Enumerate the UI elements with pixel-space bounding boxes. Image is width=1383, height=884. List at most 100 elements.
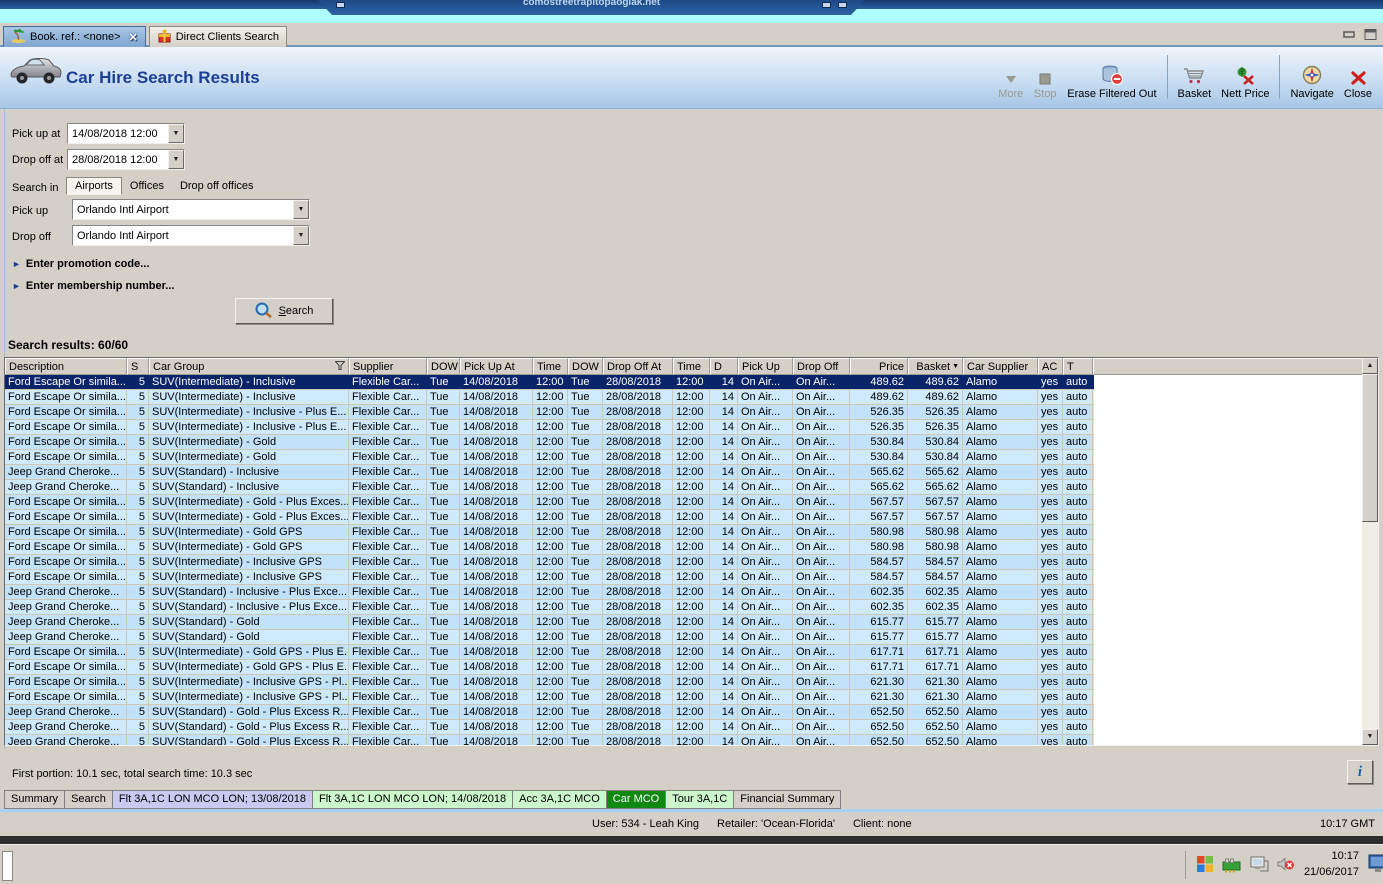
cell-car_supplier: Alamo bbox=[963, 630, 1038, 644]
drop-off-at-dropdown-button[interactable]: ▼ bbox=[168, 150, 184, 169]
table-row[interactable]: Jeep Grand Cheroke...5SUV(Standard) - Go… bbox=[5, 735, 1094, 745]
column-header-description-0[interactable]: Description bbox=[5, 358, 127, 375]
muted-speaker-icon[interactable] bbox=[1276, 856, 1295, 875]
drop-off-combo[interactable]: Orlando Intl Airport ▼ bbox=[72, 225, 310, 246]
table-row[interactable]: Jeep Grand Cheroke...5SUV(Standard) - In… bbox=[5, 480, 1094, 495]
itinerary-tab-tour-3a-1c[interactable]: Tour 3A,1C bbox=[666, 790, 734, 809]
column-header-d-10[interactable]: D bbox=[710, 358, 738, 375]
itinerary-tab-flt-3a-1c-lon-mco-lon-14-08-2018[interactable]: Flt 3A,1C LON MCO LON; 14/08/2018 bbox=[313, 790, 513, 809]
table-row[interactable]: Jeep Grand Cheroke...5SUV(Standard) - Go… bbox=[5, 705, 1094, 720]
membership-number-expander[interactable]: ►Enter membership number... bbox=[12, 280, 174, 292]
pick-up-combo[interactable]: Orlando Intl Airport ▼ bbox=[72, 199, 310, 220]
drop-off-at-field[interactable]: 28/08/2018 12:00 ▼ bbox=[67, 149, 185, 170]
table-row[interactable]: Ford Escape Or simila...5SUV(Intermediat… bbox=[5, 645, 1094, 660]
column-header-ac-16[interactable]: AC bbox=[1038, 358, 1063, 375]
table-row[interactable]: Ford Escape Or simila...5SUV(Intermediat… bbox=[5, 375, 1094, 390]
scroll-down-button[interactable]: ▼ bbox=[1362, 729, 1378, 745]
cell-time1: 12:00 bbox=[533, 735, 568, 745]
table-row[interactable]: Jeep Grand Cheroke...5SUV(Standard) - In… bbox=[5, 585, 1094, 600]
table-row[interactable]: Jeep Grand Cheroke...5SUV(Standard) - Go… bbox=[5, 720, 1094, 735]
pick-up-dropdown-button[interactable]: ▼ bbox=[293, 200, 309, 219]
info-button[interactable]: i bbox=[1347, 760, 1373, 784]
itinerary-tab-search[interactable]: Search bbox=[65, 790, 113, 809]
pick-up-at-dropdown-button[interactable]: ▼ bbox=[168, 124, 184, 143]
column-header-basket-14[interactable]: Basket▼ bbox=[908, 358, 963, 375]
cell-price: 489.62 bbox=[850, 390, 908, 404]
table-row[interactable]: Ford Escape Or simila...5SUV(Intermediat… bbox=[5, 660, 1094, 675]
itinerary-tab-summary[interactable]: Summary bbox=[4, 790, 65, 809]
filter-funnel-icon[interactable] bbox=[335, 361, 345, 373]
column-header-supplier-3[interactable]: Supplier bbox=[349, 358, 427, 375]
window-tab-direct-clients-search[interactable]: Direct Clients Search bbox=[149, 26, 287, 47]
table-row[interactable]: Jeep Grand Cheroke...5SUV(Standard) - Go… bbox=[5, 630, 1094, 645]
column-header-time-6[interactable]: Time bbox=[533, 358, 568, 375]
search-in-tab-airports[interactable]: Airports bbox=[66, 177, 122, 195]
table-row[interactable]: Ford Escape Or simila...5SUV(Intermediat… bbox=[5, 435, 1094, 450]
table-row[interactable]: Ford Escape Or simila...5SUV(Intermediat… bbox=[5, 690, 1094, 705]
restore-rdp-icon[interactable] bbox=[838, 2, 847, 8]
itinerary-tab-financial-summary[interactable]: Financial Summary bbox=[734, 790, 841, 809]
table-row[interactable]: Ford Escape Or simila...5SUV(Intermediat… bbox=[5, 540, 1094, 555]
column-header-car-supplier-15[interactable]: Car Supplier bbox=[963, 358, 1038, 375]
network-card-icon[interactable] bbox=[1222, 855, 1242, 876]
search-button[interactable]: Search bbox=[235, 298, 333, 324]
remote-desktop-icon[interactable] bbox=[1367, 853, 1383, 876]
scroll-up-button[interactable]: ▲ bbox=[1362, 358, 1378, 374]
table-row[interactable]: Ford Escape Or simila...5SUV(Intermediat… bbox=[5, 495, 1094, 510]
column-header-drop-off-12[interactable]: Drop Off bbox=[793, 358, 850, 375]
column-header-dow-4[interactable]: DOW bbox=[427, 358, 460, 375]
minimize-window-icon[interactable] bbox=[1343, 29, 1356, 40]
windows-flag-icon[interactable] bbox=[1196, 854, 1215, 876]
window-tab-book-ref-none[interactable]: Book. ref.: <none>✕ bbox=[3, 26, 146, 47]
column-header-time-9[interactable]: Time bbox=[673, 358, 710, 375]
table-row[interactable]: Jeep Grand Cheroke...5SUV(Standard) - In… bbox=[5, 600, 1094, 615]
column-header-s-1[interactable]: S bbox=[127, 358, 149, 375]
scrollbar-thumb[interactable] bbox=[1362, 374, 1378, 522]
table-row[interactable]: Ford Escape Or simila...5SUV(Intermediat… bbox=[5, 405, 1094, 420]
cell-pick_up: On Air... bbox=[738, 720, 793, 734]
basket-button[interactable]: Basket bbox=[1173, 52, 1217, 102]
pick-up-at-field[interactable]: 14/08/2018 12:00 ▼ bbox=[67, 123, 185, 144]
search-in-tab-drop-off-offices[interactable]: Drop off offices bbox=[172, 178, 262, 194]
drop-off-dropdown-button[interactable]: ▼ bbox=[293, 226, 309, 245]
close-button[interactable]: Close bbox=[1339, 52, 1377, 102]
column-header-t-17[interactable]: T bbox=[1063, 358, 1093, 375]
column-header-pick-up-11[interactable]: Pick Up bbox=[738, 358, 793, 375]
table-row[interactable]: Ford Escape Or simila...5SUV(Intermediat… bbox=[5, 420, 1094, 435]
column-header-car-group-2[interactable]: Car Group bbox=[149, 358, 349, 375]
column-header-dow-7[interactable]: DOW bbox=[568, 358, 603, 375]
promotion-code-expander[interactable]: ►Enter promotion code... bbox=[12, 258, 149, 270]
table-row[interactable]: Ford Escape Or simila...5SUV(Intermediat… bbox=[5, 525, 1094, 540]
rdp-connection-tab: comostreetrapitopaogiak.net bbox=[318, 0, 865, 15]
table-row[interactable]: Ford Escape Or simila...5SUV(Intermediat… bbox=[5, 570, 1094, 585]
cell-car_supplier: Alamo bbox=[963, 705, 1038, 719]
column-header-price-13[interactable]: Price bbox=[850, 358, 908, 375]
cell-pick_up: On Air... bbox=[738, 465, 793, 479]
column-header-pick-up-at-5[interactable]: Pick Up At bbox=[460, 358, 533, 375]
erase-filtered-out-button[interactable]: Erase Filtered Out bbox=[1062, 52, 1161, 102]
close-tab-icon[interactable]: ✕ bbox=[129, 31, 138, 44]
cell-car_supplier: Alamo bbox=[963, 585, 1038, 599]
table-row[interactable]: Ford Escape Or simila...5SUV(Intermediat… bbox=[5, 390, 1094, 405]
itinerary-tab-acc-3a-1c-mco[interactable]: Acc 3A,1C MCO bbox=[513, 790, 607, 809]
pin-icon[interactable] bbox=[336, 2, 345, 8]
table-row[interactable]: Ford Escape Or simila...5SUV(Intermediat… bbox=[5, 510, 1094, 525]
itinerary-tab-car-mco[interactable]: Car MCO bbox=[607, 790, 666, 809]
minimize-rdp-icon[interactable] bbox=[822, 2, 831, 8]
network-computer-icon[interactable] bbox=[1249, 855, 1269, 876]
table-row[interactable]: Jeep Grand Cheroke...5SUV(Standard) - In… bbox=[5, 465, 1094, 480]
table-row[interactable]: Ford Escape Or simila...5SUV(Intermediat… bbox=[5, 555, 1094, 570]
table-row[interactable]: Jeep Grand Cheroke...5SUV(Standard) - Go… bbox=[5, 615, 1094, 630]
table-row[interactable]: Ford Escape Or simila...5SUV(Intermediat… bbox=[5, 450, 1094, 465]
table-row[interactable]: Ford Escape Or simila...5SUV(Intermediat… bbox=[5, 675, 1094, 690]
maximize-window-icon[interactable] bbox=[1364, 29, 1377, 40]
nett-price-button[interactable]: Nett Price bbox=[1216, 52, 1274, 102]
itinerary-tab-flt-3a-1c-lon-mco-lon-13-08-2018[interactable]: Flt 3A,1C LON MCO LON; 13/08/2018 bbox=[113, 790, 313, 809]
cell-time1: 12:00 bbox=[533, 480, 568, 494]
taskbar-button[interactable] bbox=[2, 851, 13, 881]
vertical-scrollbar[interactable]: ▲ ▼ bbox=[1362, 358, 1378, 745]
search-in-tab-offices[interactable]: Offices bbox=[122, 178, 172, 194]
status-client: Client: none bbox=[853, 818, 912, 830]
column-header-drop-off-at-8[interactable]: Drop Off At bbox=[603, 358, 673, 375]
navigate-button[interactable]: Navigate bbox=[1285, 52, 1338, 102]
